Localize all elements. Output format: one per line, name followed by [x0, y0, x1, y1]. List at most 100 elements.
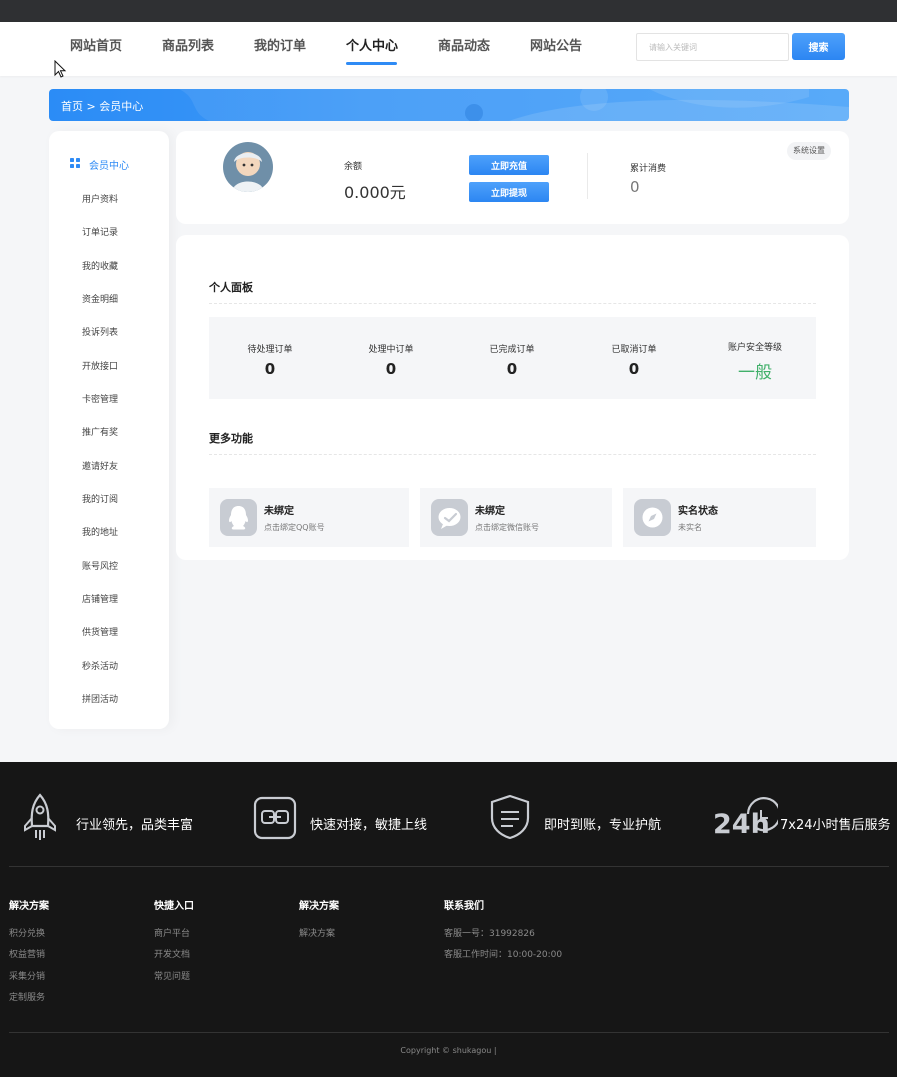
feature-text: 行业领先，品类丰富 [76, 818, 194, 833]
search-input[interactable] [636, 33, 789, 61]
footer-col-title: 联系我们 [444, 901, 484, 912]
browser-topbar [0, 0, 897, 22]
sidebar-item-favorites[interactable]: 我的收藏 [82, 259, 118, 272]
stat-cancelled-orders[interactable]: 已取消订单 0 [589, 342, 679, 378]
footer-divider [9, 866, 889, 867]
sidebar-item-risk-control[interactable]: 账号风控 [82, 559, 118, 572]
nav-item-orders[interactable]: 我的订单 [254, 35, 306, 54]
copyright: Copyright © shukagou | [400, 1046, 497, 1055]
sidebar-item-referral[interactable]: 推广有奖 [82, 425, 118, 438]
wechat-icon [431, 499, 468, 536]
stat-label: 账户安全等级 [727, 343, 782, 353]
nav-item-personal-center[interactable]: 个人中心 [346, 35, 398, 54]
divider [587, 153, 588, 199]
avatar[interactable] [223, 142, 273, 192]
feature-24h-service: 24h 7x24小时售后服务 [712, 792, 897, 842]
member-sidebar: 会员中心 用户资料 订单记录 我的收藏 资金明细 投诉列表 开放接口 卡密管理 … [49, 131, 169, 729]
stat-value: 0 [385, 360, 397, 378]
feature-text: 即时到账，专业护航 [544, 818, 662, 833]
order-stats: 待处理订单 0 处理中订单 0 已完成订单 0 已取消订单 0 账户安全等级 一… [209, 317, 816, 399]
contact-qq: 客服一号：31992826 [444, 929, 535, 939]
feature-text: 7x24小时售后服务 [780, 818, 891, 833]
divider [209, 303, 816, 304]
footer-link[interactable]: 权益营销 [9, 947, 45, 960]
more-features-title: 更多功能 [209, 432, 253, 445]
nav-item-announcements[interactable]: 网站公告 [530, 35, 582, 54]
footer: 行业领先，品类丰富 快速对接，敏捷上线 即时到账，专业护航 24h 7x24小时… [0, 762, 897, 1077]
sidebar-item-fund-details[interactable]: 资金明细 [82, 292, 118, 305]
footer-link[interactable]: 定制服务 [9, 990, 45, 1003]
sidebar-item-flash-sale[interactable]: 秒杀活动 [82, 659, 118, 672]
footer-col-title: 解决方案 [9, 901, 49, 912]
stat-label: 待处理订单 [247, 345, 293, 355]
footer-link[interactable]: 解决方案 [299, 926, 335, 939]
nav-item-products[interactable]: 商品列表 [162, 35, 214, 54]
personal-panel-card: 个人面板 待处理订单 0 处理中订单 0 已完成订单 0 已取消订单 0 账户安… [176, 235, 849, 560]
sidebar-item-addresses[interactable]: 我的地址 [82, 525, 118, 538]
stat-value: 0 [628, 360, 640, 378]
contact-hours: 客服工作时间：10:00-20:00 [444, 950, 563, 960]
stat-processing-orders[interactable]: 处理中订单 0 [346, 342, 436, 378]
total-spend-value: 0 [630, 178, 640, 196]
system-settings-button[interactable]: 系统设置 [787, 142, 831, 160]
bind-qq-title: 未绑定 [264, 506, 294, 517]
active-tab-indicator [346, 62, 397, 65]
sidebar-item-group-buy[interactable]: 拼团活动 [82, 692, 118, 705]
top-nav: 网站首页 商品列表 我的订单 个人中心 商品动态 网站公告 搜索 [0, 22, 897, 76]
stat-pending-orders[interactable]: 待处理订单 0 [225, 342, 315, 378]
footer-link[interactable]: 积分兑换 [9, 926, 45, 939]
bind-wechat-card[interactable]: 未绑定 点击绑定微信账号 [420, 488, 612, 547]
account-summary-card: 余额 0.000元 立即充值 立即提现 累计消费 0 系统设置 [176, 131, 849, 224]
sidebar-item-profile[interactable]: 用户资料 [82, 192, 118, 205]
stat-completed-orders[interactable]: 已完成订单 0 [467, 342, 557, 378]
total-spend-label: 累计消费 [630, 164, 667, 174]
footer-link[interactable]: 商户平台 [154, 926, 190, 939]
compass-icon [634, 499, 671, 536]
sidebar-item-invite[interactable]: 邀请好友 [82, 459, 118, 472]
nav-item-product-news[interactable]: 商品动态 [438, 35, 490, 54]
stat-value: 0 [264, 360, 276, 378]
withdraw-button[interactable]: 立即提现 [469, 182, 549, 202]
stat-label: 处理中订单 [368, 345, 414, 355]
sidebar-item-complaints[interactable]: 投诉列表 [82, 325, 118, 338]
nav-item-home[interactable]: 网站首页 [70, 35, 122, 54]
sidebar-title-member-center[interactable]: 会员中心 [89, 157, 129, 172]
search-button[interactable]: 搜索 [792, 33, 845, 60]
24h-icon: 24h [713, 797, 782, 840]
security-level-value: 一般 [738, 363, 772, 383]
stat-label: 已取消订单 [611, 345, 657, 355]
real-name-card[interactable]: 实名状态 未实名 [623, 488, 816, 547]
stat-security-level: 账户安全等级 一般 [710, 340, 800, 383]
feature-fast-integration: 快速对接，敏捷上线 [252, 792, 452, 842]
feature-text: 快速对接，敏捷上线 [310, 818, 428, 833]
link-icon [253, 796, 297, 840]
real-name-title: 实名状态 [678, 506, 718, 517]
bind-wechat-subtitle: 点击绑定微信账号 [475, 523, 539, 532]
bind-wechat-title: 未绑定 [475, 506, 505, 517]
sidebar-item-subscriptions[interactable]: 我的订阅 [82, 492, 118, 505]
qq-icon [220, 499, 257, 536]
recharge-button[interactable]: 立即充值 [469, 155, 549, 175]
bind-qq-subtitle: 点击绑定QQ账号 [264, 523, 325, 532]
sidebar-item-supply[interactable]: 供货管理 [82, 625, 118, 638]
footer-link[interactable]: 采集分销 [9, 969, 45, 982]
stat-value: 0 [506, 360, 518, 378]
footer-link[interactable]: 常见问题 [154, 969, 190, 982]
sidebar-item-open-api[interactable]: 开放接口 [82, 359, 118, 372]
banner-wave-decoration [179, 89, 849, 121]
bind-qq-card[interactable]: 未绑定 点击绑定QQ账号 [209, 488, 409, 547]
divider [209, 454, 816, 455]
feature-instant-payment: 即时到账，专业护航 [488, 792, 688, 842]
footer-link[interactable]: 开发文档 [154, 947, 190, 960]
sidebar-item-order-records[interactable]: 订单记录 [82, 225, 118, 238]
balance-label: 余额 [344, 162, 363, 172]
sidebar-item-store[interactable]: 店铺管理 [82, 592, 118, 605]
mouse-cursor-icon [54, 60, 67, 78]
footer-col-title: 解决方案 [299, 901, 339, 912]
balance-value: 0.000元 [344, 183, 406, 202]
grid-icon [70, 158, 80, 168]
real-name-status: 未实名 [678, 523, 702, 532]
rocket-icon [24, 793, 56, 840]
sidebar-item-card-keys[interactable]: 卡密管理 [82, 392, 118, 405]
breadcrumb[interactable]: 首页 > 会员中心 [61, 98, 143, 114]
